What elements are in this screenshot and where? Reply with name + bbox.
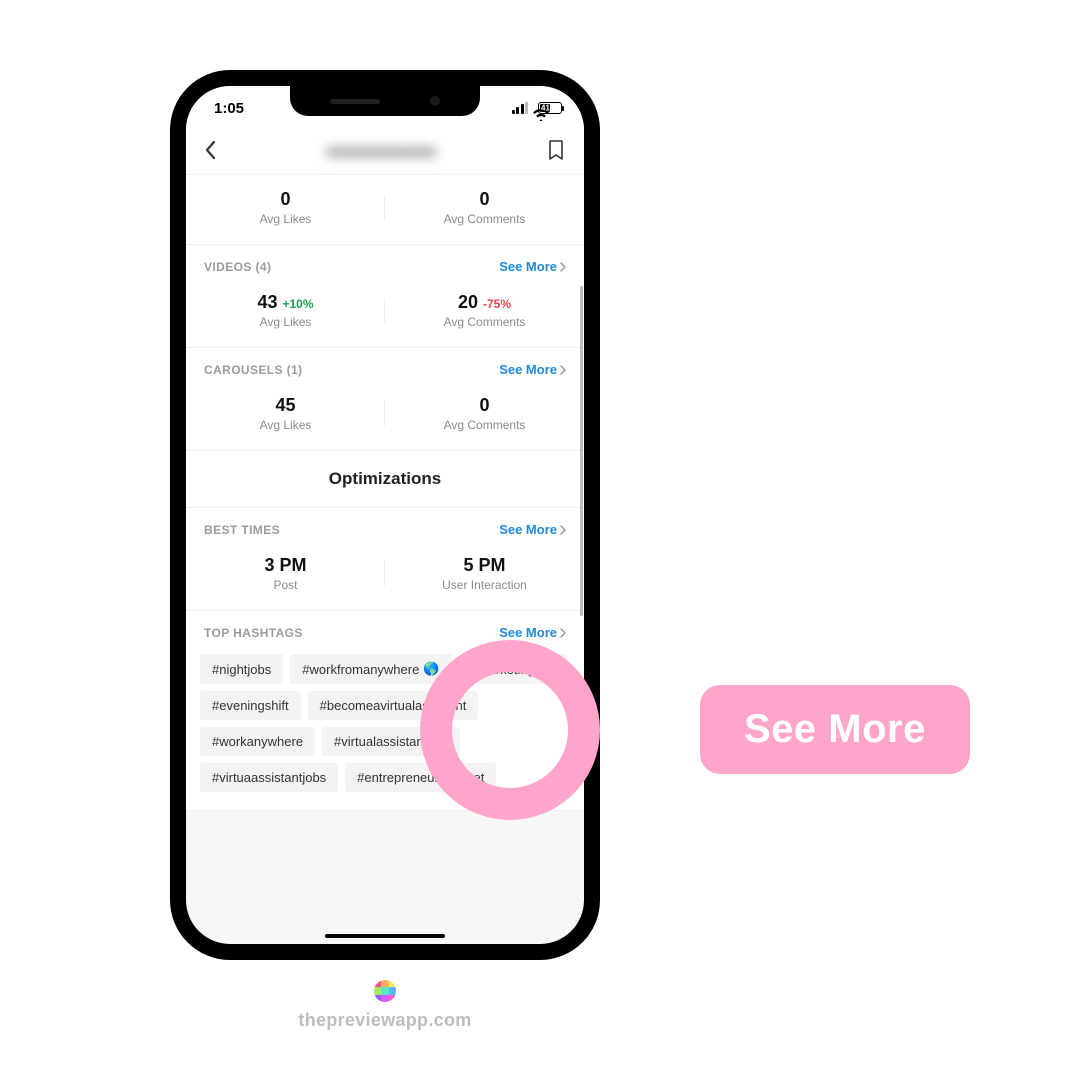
videos-header: VIDEOS (4)	[204, 260, 271, 274]
page-title-blurred: ●●●●●●●●●●●	[216, 142, 546, 162]
summary-avg-comments: 0 Avg Comments	[385, 189, 584, 226]
top-hashtags-see-more[interactable]: See More	[499, 625, 566, 640]
callout-button: See More	[700, 685, 970, 774]
best-time-post: 3 PM Post	[186, 555, 385, 592]
videos-see-more[interactable]: See More	[499, 259, 566, 274]
previewapp-logo-icon	[374, 980, 396, 1002]
best-times-see-more[interactable]: See More	[499, 522, 566, 537]
optimizations-heading: Optimizations	[186, 450, 584, 507]
battery-icon: 41	[538, 102, 562, 114]
videos-comments-delta: -75%	[483, 297, 511, 311]
earth-icon: 🌎	[423, 661, 439, 677]
scrollbar[interactable]	[580, 286, 583, 616]
footer-url: thepreviewapp.com	[170, 1010, 600, 1031]
chevron-right-icon	[560, 365, 566, 375]
best-times-card: BEST TIMES See More 3 PM Post 5 PM User …	[186, 507, 584, 611]
hashtag-chip[interactable]: #workanywhere	[200, 727, 315, 756]
videos-avg-likes: 43 +10% Avg Likes	[186, 292, 385, 329]
status-time: 1:05	[214, 100, 244, 117]
bookmark-button[interactable]	[546, 139, 566, 166]
footer: thepreviewapp.com	[170, 980, 600, 1031]
summary-card: 0 Avg Likes 0 Avg Comments	[186, 174, 584, 245]
phone-frame: 1:05 41 ●●●●●●●●●●●	[170, 70, 600, 960]
carousels-header: CAROUSELS (1)	[204, 363, 303, 377]
back-button[interactable]	[204, 140, 216, 165]
signal-icon	[512, 102, 529, 114]
top-hashtags-header: TOP HASHTAGS	[204, 626, 303, 640]
videos-likes-delta: +10%	[283, 297, 314, 311]
hashtag-chip[interactable]: #entrepreneurmindset	[345, 763, 496, 792]
hashtag-list: #nightjobs #workfromanywhere🌎 #marketing…	[186, 644, 584, 810]
bookmark-icon	[546, 139, 566, 161]
hashtag-chip[interactable]: #virtualassistanttips	[322, 727, 459, 756]
hashtag-chip[interactable]: #eveningshift	[200, 691, 301, 720]
hashtag-chip[interactable]: #marketingtips	[459, 654, 568, 684]
chevron-left-icon	[204, 140, 216, 160]
videos-card: VIDEOS (4) See More 43 +10% Avg Likes	[186, 244, 584, 348]
hashtag-chip[interactable]: #virtuaassistantjobs	[200, 763, 338, 792]
summary-avg-likes: 0 Avg Likes	[186, 189, 385, 226]
nav-bar: ●●●●●●●●●●●	[186, 130, 584, 174]
chevron-right-icon	[560, 262, 566, 272]
hashtag-chip[interactable]: #becomeavirtualassistant	[308, 691, 479, 720]
carousels-avg-comments: 0 Avg Comments	[385, 395, 584, 432]
content-scroll[interactable]: 0 Avg Likes 0 Avg Comments VIDEOS (4) Se…	[186, 174, 584, 944]
hashtag-chip[interactable]: #workfromanywhere🌎	[290, 654, 451, 684]
carousels-see-more[interactable]: See More	[499, 362, 566, 377]
chevron-right-icon	[560, 628, 566, 638]
videos-avg-comments: 20 -75% Avg Comments	[385, 292, 584, 329]
phone-notch	[290, 86, 480, 116]
carousels-card: CAROUSELS (1) See More 45 Avg Likes 0 Av…	[186, 347, 584, 451]
best-time-interaction: 5 PM User Interaction	[385, 555, 584, 592]
carousels-avg-likes: 45 Avg Likes	[186, 395, 385, 432]
home-indicator	[325, 934, 445, 938]
top-hashtags-card: TOP HASHTAGS See More #nightjobs #workfr…	[186, 610, 584, 811]
phone-screen: 1:05 41 ●●●●●●●●●●●	[186, 86, 584, 944]
hashtag-chip[interactable]: #nightjobs	[200, 654, 283, 684]
best-times-header: BEST TIMES	[204, 523, 280, 537]
chevron-right-icon	[560, 525, 566, 535]
